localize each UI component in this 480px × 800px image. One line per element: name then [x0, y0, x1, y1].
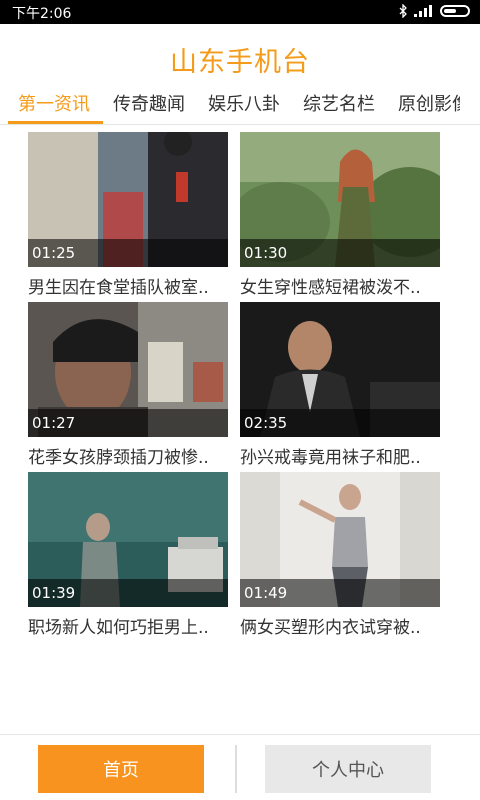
status-bar: 下午2:06 [0, 0, 480, 24]
video-card[interactable]: 01:49 俩女买塑形内衣试穿被.. [240, 472, 440, 638]
tab-entertainment-gossip[interactable]: 娱乐八卦 [208, 90, 280, 116]
signal-icon [414, 5, 432, 17]
video-title[interactable]: 男生因在食堂插队被室.. [28, 273, 228, 298]
video-card[interactable]: 01:30 女生穿性感短裙被泼不.. [240, 132, 440, 298]
battery-icon [440, 5, 470, 17]
video-duration: 01:30 [244, 244, 288, 262]
bottom-nav-separator [235, 745, 237, 793]
video-thumbnail[interactable]: 01:49 [240, 472, 440, 607]
tab-first-news[interactable]: 第一资讯 [18, 90, 90, 116]
video-thumbnail[interactable]: 01:39 [28, 472, 228, 607]
app-title: 山东手机台 [170, 47, 310, 78]
status-icons [398, 4, 470, 18]
video-title[interactable]: 女生穿性感短裙被泼不.. [240, 273, 440, 298]
tabs-divider [0, 124, 480, 125]
video-card[interactable]: 01:25 男生因在食堂插队被室.. [28, 132, 228, 298]
video-duration: 02:35 [244, 414, 288, 432]
bluetooth-icon [399, 4, 407, 18]
video-duration: 01:49 [244, 584, 288, 602]
video-thumbnail[interactable]: 01:30 [240, 132, 440, 267]
video-card[interactable]: 01:39 职场新人如何巧拒男上.. [28, 472, 228, 638]
profile-button[interactable]: 个人中心 [265, 745, 431, 793]
video-thumbnail[interactable]: 02:35 [240, 302, 440, 437]
video-duration: 01:25 [32, 244, 76, 262]
tab-legend-stories[interactable]: 传奇趣闻 [113, 90, 185, 116]
bottom-nav-divider [0, 734, 480, 735]
video-card[interactable]: 02:35 孙兴戒毒竟用袜子和肥.. [240, 302, 440, 468]
video-duration: 01:39 [32, 584, 76, 602]
video-thumbnail[interactable]: 01:27 [28, 302, 228, 437]
tab-original-videos[interactable]: 原创影像 [398, 90, 460, 116]
home-button[interactable]: 首页 [38, 745, 204, 793]
video-title[interactable]: 职场新人如何巧拒男上.. [28, 613, 228, 638]
video-duration: 01:27 [32, 414, 76, 432]
video-title[interactable]: 孙兴戒毒竟用袜子和肥.. [240, 443, 440, 468]
status-time: 下午2:06 [12, 6, 72, 22]
video-card[interactable]: 01:27 花季女孩脖颈插刀被惨.. [28, 302, 228, 468]
tab-variety-shows[interactable]: 综艺名栏 [303, 90, 375, 116]
video-thumbnail[interactable]: 01:25 [28, 132, 228, 267]
category-tabs: 第一资讯 传奇趣闻 娱乐八卦 综艺名栏 原创影像 [0, 84, 460, 124]
video-title[interactable]: 俩女买塑形内衣试穿被.. [240, 613, 440, 638]
video-title[interactable]: 花季女孩脖颈插刀被惨.. [28, 443, 228, 468]
